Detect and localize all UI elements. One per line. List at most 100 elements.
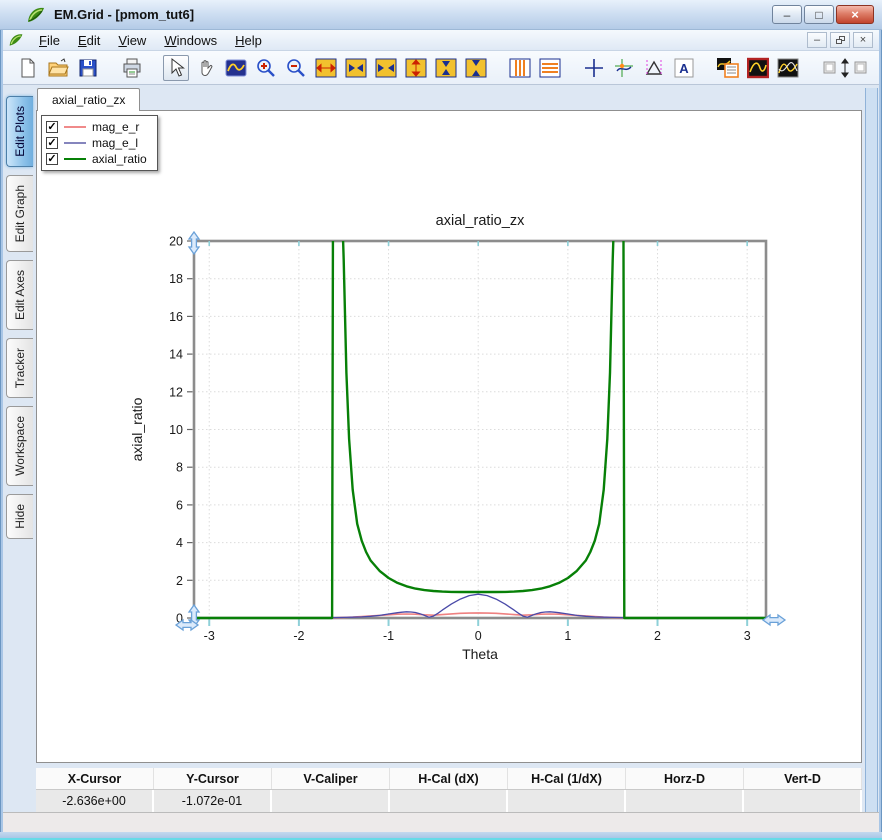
legend-label: mag_e_l: [92, 136, 138, 150]
curve-red-icon: [747, 57, 769, 79]
mdi-minimize-button[interactable]: –: [807, 32, 827, 48]
zoom-out-icon: [285, 57, 307, 79]
cursor-status-bar: X-CursorY-CursorV-CaliperH-Cal (dX)H-Cal…: [36, 768, 862, 812]
sidebar-tab-tracker[interactable]: Tracker: [6, 338, 33, 398]
sidebar-tab-label: Edit Graph: [13, 185, 27, 242]
window-frame-bottom: [0, 832, 882, 840]
svg-text:A: A: [679, 61, 689, 76]
menu-item-file[interactable]: File: [30, 31, 69, 50]
legend-box: ✓mag_e_r✓mag_e_l✓axial_ratio: [41, 115, 158, 171]
legend-checkbox-mag_e_l[interactable]: ✓: [46, 137, 58, 149]
compress-x-button[interactable]: [373, 55, 399, 81]
horizontal-markers-button[interactable]: [537, 55, 563, 81]
zoom-in-icon: [255, 57, 277, 79]
menu-item-edit[interactable]: Edit: [69, 31, 109, 50]
axis-cursor-arrow-vertical[interactable]: [189, 232, 199, 254]
cross-icon: [583, 57, 605, 79]
save-button[interactable]: [75, 55, 101, 81]
sidebar-tab-label: Hide: [13, 504, 27, 529]
status-value-y-cursor: -1.072e-01: [154, 790, 272, 812]
toolbar-separator: [565, 55, 579, 81]
autoscale-v-icon: [823, 57, 867, 79]
fit-width-button[interactable]: [313, 55, 339, 81]
menu-item-help[interactable]: Help: [226, 31, 271, 50]
autoscale-y-button[interactable]: [819, 55, 871, 81]
caliper-button[interactable]: [641, 55, 667, 81]
sidebar-tab-hide[interactable]: Hide: [6, 494, 33, 539]
menu-item-view[interactable]: View: [109, 31, 155, 50]
menu-item-windows[interactable]: Windows: [155, 31, 226, 50]
curves-icon: [777, 57, 799, 79]
single-plot-button[interactable]: [745, 55, 771, 81]
vertical-markers-button[interactable]: [507, 55, 533, 81]
chart-legend-icon: [716, 57, 740, 79]
mdi-close-icon: ×: [860, 34, 866, 46]
status-col-v-caliper: V-Caliper: [272, 768, 390, 789]
compress-y-button[interactable]: [463, 55, 489, 81]
status-value-horz-d: [626, 790, 744, 812]
status-value-h-cal-1-dx-: [508, 790, 626, 812]
y-tick-label: 8: [176, 461, 183, 475]
legend-line-swatch: [64, 142, 86, 144]
new-file-icon: [17, 57, 39, 79]
chart-title: axial_ratio_zx: [436, 213, 525, 229]
sidebar-tab-label: Tracker: [13, 348, 27, 388]
window-title: EM.Grid - [pmom_tut6]: [54, 7, 194, 22]
h-out-icon: [345, 57, 367, 79]
save-icon: [77, 57, 99, 79]
document-tab[interactable]: axial_ratio_zx: [37, 88, 140, 111]
tracker-icon: [613, 57, 635, 79]
zoom-region-icon: [225, 57, 247, 79]
toolbar-separator: [803, 55, 817, 81]
expand-y-button[interactable]: [433, 55, 459, 81]
sidebar-tab-workspace[interactable]: Workspace: [6, 406, 33, 486]
legend-row-axial_ratio: ✓axial_ratio: [46, 151, 147, 167]
sidebar-tab-edit-graph[interactable]: Edit Graph: [6, 175, 33, 252]
new-file-button[interactable]: [15, 55, 41, 81]
maximize-button[interactable]: □: [804, 5, 834, 24]
select-arrow-button[interactable]: [163, 55, 189, 81]
right-scroll-strip[interactable]: [865, 88, 878, 812]
y-tick-label: 10: [169, 423, 183, 437]
x-tick-label: 2: [654, 629, 661, 643]
status-col-x-cursor: X-Cursor: [36, 768, 154, 789]
chart-canvas[interactable]: -3-2-1012302468101214161820axial_ratio_z…: [37, 111, 861, 762]
tracker-button[interactable]: [611, 55, 637, 81]
titlebar[interactable]: EM.Grid - [pmom_tut6] – □ ×: [0, 0, 882, 30]
mdi-restore-button[interactable]: [830, 32, 850, 48]
sidebar-tab-edit-axes[interactable]: Edit Axes: [6, 260, 33, 330]
crosshair-button[interactable]: [581, 55, 607, 81]
legend-checkbox-axial_ratio[interactable]: ✓: [46, 153, 58, 165]
maximize-icon: □: [815, 9, 822, 21]
status-col-y-cursor: Y-Cursor: [154, 768, 272, 789]
minimize-icon: –: [784, 9, 791, 21]
print-icon: [121, 57, 143, 79]
status-col-vert-d: Vert-D: [744, 768, 862, 789]
open-file-button[interactable]: [45, 55, 71, 81]
status-col-h-cal-1-dx-: H-Cal (1/dX): [508, 768, 626, 789]
v-in-icon: [465, 57, 487, 79]
minimize-button[interactable]: –: [772, 5, 802, 24]
plot-legend-button[interactable]: [715, 55, 741, 81]
legend-checkbox-mag_e_r[interactable]: ✓: [46, 121, 58, 133]
mdi-restore-icon: [836, 36, 845, 44]
text-annotation-button[interactable]: A: [671, 55, 697, 81]
expand-x-button[interactable]: [343, 55, 369, 81]
x-tick-label: 3: [744, 629, 751, 643]
sidebar-tab-edit-plots[interactable]: Edit Plots: [6, 96, 33, 167]
mdi-minimize-icon: –: [814, 34, 820, 46]
toolbar-separator: [699, 55, 713, 81]
pan-hand-button[interactable]: [193, 55, 219, 81]
mdi-close-button[interactable]: ×: [853, 32, 873, 48]
legend-row-mag_e_l: ✓ mag_e_l: [46, 135, 147, 151]
zoom-out-button[interactable]: [283, 55, 309, 81]
fit-height-button[interactable]: [403, 55, 429, 81]
y-tick-label: 18: [169, 272, 183, 286]
plot-panel: ✓mag_e_r✓mag_e_l✓axial_ratio -3-2-101230…: [36, 110, 862, 763]
close-button[interactable]: ×: [836, 5, 874, 24]
zoom-in-button[interactable]: [253, 55, 279, 81]
multi-plot-button[interactable]: [775, 55, 801, 81]
zoom-region-button[interactable]: [223, 55, 249, 81]
print-button[interactable]: [119, 55, 145, 81]
h-in-icon: [375, 57, 397, 79]
